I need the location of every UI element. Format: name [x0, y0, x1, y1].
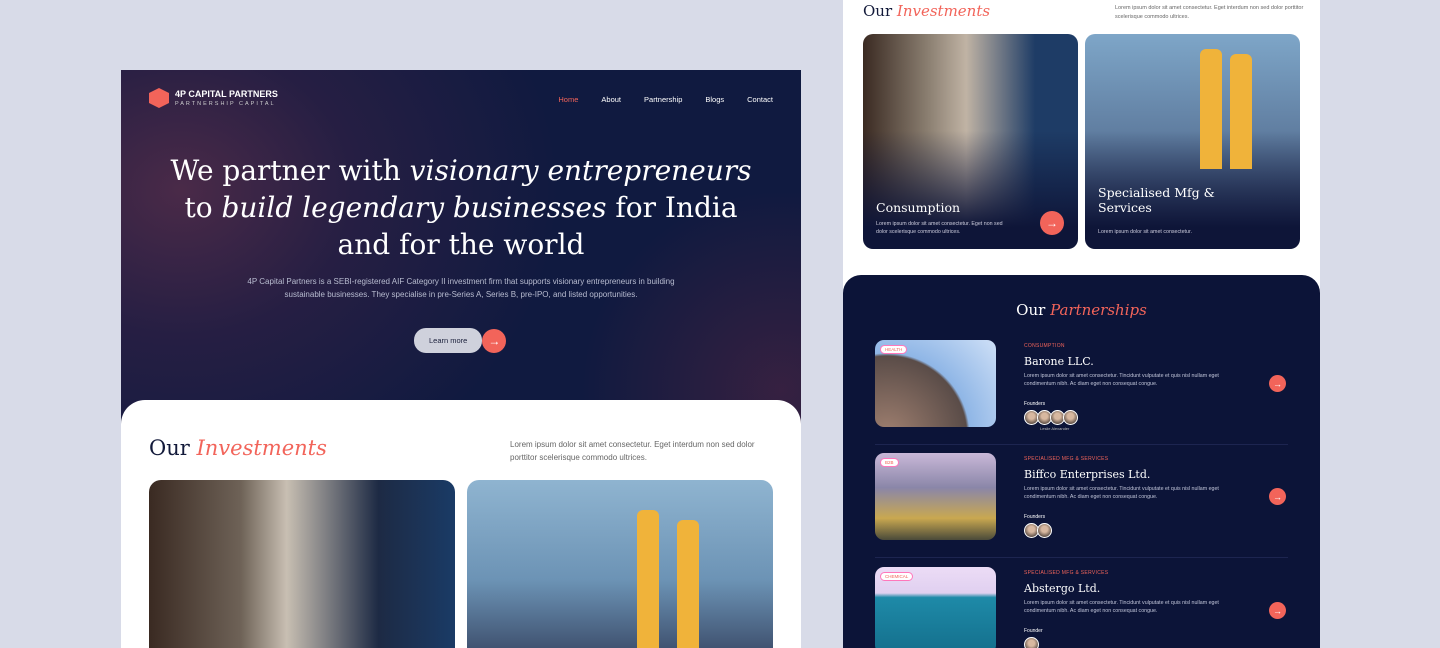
nav-about[interactable]: About [601, 95, 621, 104]
nav-blogs[interactable]: Blogs [705, 95, 724, 104]
section-title: Our Investments [149, 436, 327, 460]
arrow-right-icon[interactable]: → [1269, 602, 1286, 619]
manufacturing-image [467, 480, 773, 648]
partnership-item: HEALTH CONSUMPTION Barone LLC. Lorem ips… [875, 340, 1288, 445]
avatar [1063, 410, 1078, 425]
partnership-item: B2B SPECIALISED MFG & SERVICES Biffco En… [875, 453, 1288, 558]
investments-section: Our Investments Lorem ipsum dolor sit am… [121, 400, 801, 648]
investment-card-consumption[interactable]: Consumption Lorem ipsum dolor sit amet c… [863, 34, 1078, 249]
nav-partnership[interactable]: Partnership [644, 95, 682, 104]
partnerships-section: Our Partnerships HEALTH CONSUMPTION Baro… [843, 275, 1320, 648]
hero-description: 4P Capital Partners is a SEBI-registered… [247, 277, 675, 299]
section-description: Lorem ipsum dolor sit amet consectetur. … [510, 440, 755, 462]
nav-contact[interactable]: Contact [747, 95, 773, 104]
tag-badge: HEALTH [880, 345, 908, 354]
partnership-item: CHEMICAL SPECIALISED MFG & SERVICES Abst… [875, 567, 1288, 648]
partner-image: B2B [875, 453, 996, 540]
founder-tooltip: Leslie Alexander [1040, 426, 1070, 431]
section-description: Lorem ipsum dolor sit amet consectetur. … [1115, 5, 1304, 20]
avatar [1024, 637, 1039, 648]
brand-tagline: PARTNERSHIP CAPITAL [175, 101, 276, 107]
main-nav: Home About Partnership Blogs Contact [558, 95, 773, 104]
learn-more-button[interactable]: Learn more [414, 328, 483, 353]
logo-icon [149, 88, 169, 108]
investment-card-mfg[interactable]: Specialised Mfg & Services Lorem ipsum d… [1085, 34, 1300, 249]
consumption-image [149, 480, 455, 648]
arrow-right-icon[interactable]: → [482, 328, 507, 353]
section-title: Our Investments [863, 2, 991, 20]
arrow-right-icon[interactable]: → [1269, 488, 1286, 505]
avatar [1037, 523, 1052, 538]
homepage-preview: 4P CAPITAL PARTNERS PARTNERSHIP CAPITAL H… [121, 70, 801, 648]
tag-badge: CHEMICAL [880, 572, 914, 581]
detail-preview: Our Investments Lorem ipsum dolor sit am… [843, 0, 1320, 648]
logo[interactable]: 4P CAPITAL PARTNERS PARTNERSHIP CAPITAL [149, 88, 278, 108]
brand-name: 4P CAPITAL PARTNERS [175, 89, 278, 99]
hero-heading: We partner with visionary entrepreneurs … [170, 154, 752, 261]
arrow-right-icon[interactable]: → [1269, 375, 1286, 392]
hero-section: 4P CAPITAL PARTNERS PARTNERSHIP CAPITAL H… [121, 70, 801, 430]
nav-home[interactable]: Home [558, 95, 578, 104]
tag-badge: B2B [880, 458, 899, 467]
partner-image: HEALTH [875, 340, 996, 427]
arrow-right-icon[interactable]: → [1040, 211, 1064, 235]
section-title: Our Partnerships [1016, 301, 1147, 319]
partner-image: CHEMICAL [875, 567, 996, 648]
